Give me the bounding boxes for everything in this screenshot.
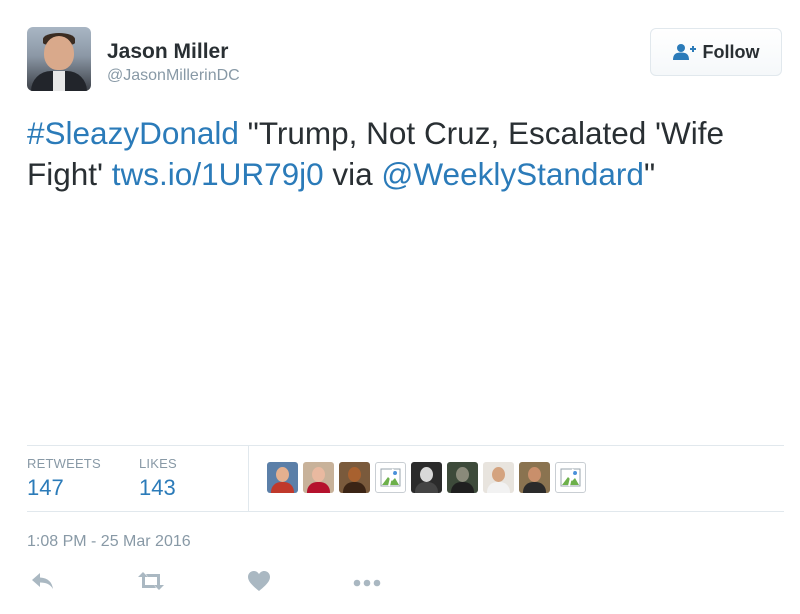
likes-stat[interactable]: LIKES 143 xyxy=(139,456,177,502)
reply-icon xyxy=(31,571,55,596)
more-button[interactable] xyxy=(351,568,383,598)
likes-count: 143 xyxy=(139,475,176,500)
liker-avatar[interactable] xyxy=(267,462,298,493)
add-user-icon xyxy=(672,43,697,61)
retweets-count: 147 xyxy=(27,475,64,500)
liker-avatar[interactable] xyxy=(411,462,442,493)
follow-button[interactable]: Follow xyxy=(650,28,782,76)
liker-avatar[interactable] xyxy=(483,462,514,493)
user-handle[interactable]: @JasonMillerinDC xyxy=(107,67,240,85)
stats-divider xyxy=(248,446,249,511)
liker-avatar[interactable] xyxy=(303,462,334,493)
retweets-label: RETWEETS xyxy=(27,456,101,471)
tweet-timestamp[interactable]: 1:08 PM - 25 Mar 2016 xyxy=(27,533,191,551)
retweet-icon xyxy=(136,570,166,597)
liker-avatar[interactable] xyxy=(519,462,550,493)
like-button[interactable] xyxy=(243,568,275,598)
user-name[interactable]: Jason Miller xyxy=(107,40,228,64)
retweets-stat[interactable]: RETWEETS 147 xyxy=(27,456,101,502)
tweet-text: #SleazyDonald "Trump, Not Cruz, Escalate… xyxy=(27,113,772,195)
tweet-header: Jason Miller @JasonMillerinDC Follow xyxy=(27,27,787,97)
follow-label: Follow xyxy=(702,41,760,62)
tweet-text-part: " xyxy=(643,156,656,192)
url-link[interactable]: tws.io/1UR79j0 xyxy=(112,156,324,192)
tweet-stats: RETWEETS 147 LIKES 143 xyxy=(27,445,784,512)
likes-label: LIKES xyxy=(139,456,177,471)
liker-avatar[interactable] xyxy=(447,462,478,493)
tweet-text-part: via xyxy=(323,156,382,192)
liker-avatar[interactable] xyxy=(339,462,370,493)
tweet-actions xyxy=(27,568,427,598)
mention-link[interactable]: @WeeklyStandard xyxy=(381,156,644,192)
hashtag-link[interactable]: #SleazyDonald xyxy=(27,115,239,151)
broken-image-icon[interactable] xyxy=(375,462,406,493)
reply-button[interactable] xyxy=(27,568,59,598)
avatar[interactable] xyxy=(27,27,91,91)
liker-avatars xyxy=(267,462,586,494)
heart-icon xyxy=(247,570,271,597)
more-icon xyxy=(353,574,381,592)
broken-image-icon[interactable] xyxy=(555,462,586,493)
retweet-button[interactable] xyxy=(135,568,167,598)
